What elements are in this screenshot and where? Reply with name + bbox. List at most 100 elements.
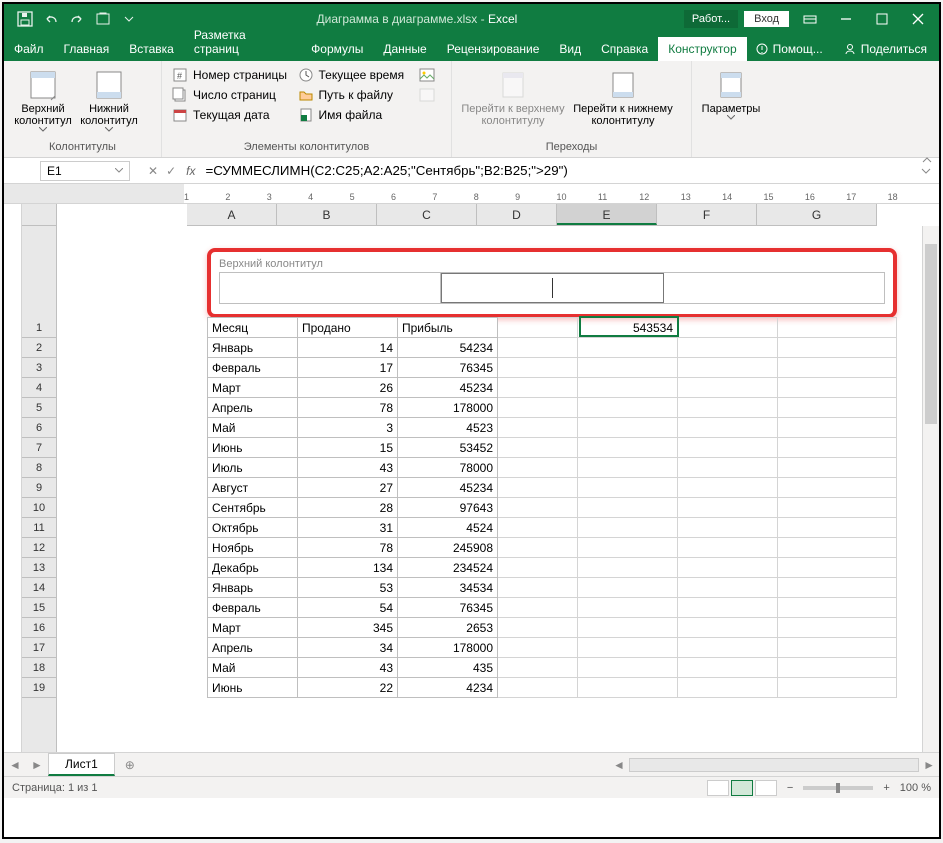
- row-header[interactable]: 8: [22, 458, 56, 478]
- header-center-box[interactable]: [441, 273, 663, 303]
- picture-icon[interactable]: [419, 67, 445, 83]
- qat-dropdown-icon[interactable]: [120, 10, 138, 28]
- table-row: Май43435: [208, 658, 897, 678]
- open-icon[interactable]: [94, 10, 112, 28]
- cancel-icon[interactable]: ✕: [144, 164, 162, 178]
- options-button[interactable]: Параметры: [698, 65, 764, 120]
- page-count-button[interactable]: Число страниц: [168, 85, 294, 105]
- sheet-tab[interactable]: Лист1: [48, 753, 115, 776]
- col-header-D[interactable]: D: [477, 204, 557, 225]
- row-header[interactable]: 7: [22, 438, 56, 458]
- tab-design[interactable]: Конструктор: [658, 37, 746, 61]
- file-path-button[interactable]: Путь к файлу: [294, 85, 420, 105]
- chevron-down-icon: [105, 127, 113, 132]
- row-header[interactable]: 16: [22, 618, 56, 638]
- row-header[interactable]: 15: [22, 598, 56, 618]
- fx-icon[interactable]: fx: [180, 164, 201, 178]
- close-icon[interactable]: [903, 4, 933, 34]
- name-box[interactable]: E1: [40, 161, 130, 181]
- row-header[interactable]: 1: [22, 318, 56, 338]
- row-header[interactable]: 9: [22, 478, 56, 498]
- table-row: Декабрь134234524: [208, 558, 897, 578]
- redo-icon[interactable]: [68, 10, 86, 28]
- row-header[interactable]: 11: [22, 518, 56, 538]
- ribbon-options-icon[interactable]: [795, 4, 825, 34]
- goto-footer-button[interactable]: Перейти к нижнему колонтитулу: [568, 65, 678, 127]
- row-header[interactable]: 18: [22, 658, 56, 678]
- row-header[interactable]: 17: [22, 638, 56, 658]
- mode-pill[interactable]: Работ...: [684, 10, 738, 28]
- enter-icon[interactable]: ✓: [162, 164, 180, 178]
- vertical-scrollbar[interactable]: [922, 226, 939, 752]
- status-bar: Страница: 1 из 1 − + 100 %: [4, 776, 939, 798]
- col-header-B[interactable]: B: [277, 204, 377, 225]
- cell-e1[interactable]: 543534: [578, 318, 678, 338]
- login-button[interactable]: Вход: [744, 11, 789, 27]
- data-table[interactable]: Месяц Продано Прибыль 543534 Январь14542…: [207, 317, 897, 698]
- current-time-button[interactable]: Текущее время: [294, 65, 420, 85]
- tab-home[interactable]: Главная: [54, 37, 120, 61]
- tell-me[interactable]: Помощ...: [747, 37, 831, 61]
- zoom-slider[interactable]: [803, 786, 873, 790]
- col-header-E[interactable]: E: [557, 204, 657, 225]
- zoom-out-icon[interactable]: −: [787, 782, 793, 794]
- minimize-icon[interactable]: [831, 4, 861, 34]
- page-number-button[interactable]: #Номер страницы: [168, 65, 294, 85]
- col-header-C[interactable]: C: [377, 204, 477, 225]
- table-row: Апрель34178000: [208, 638, 897, 658]
- tab-review[interactable]: Рецензирование: [437, 37, 550, 61]
- zoom-in-icon[interactable]: +: [883, 782, 889, 794]
- zoom-level[interactable]: 100 %: [900, 782, 931, 794]
- row-header[interactable]: 12: [22, 538, 56, 558]
- table-row: Август2745234: [208, 478, 897, 498]
- tab-file[interactable]: Файл: [4, 37, 54, 61]
- collapse-ribbon-icon[interactable]: [921, 154, 933, 166]
- undo-icon[interactable]: [42, 10, 60, 28]
- horizontal-scrollbar[interactable]: ◄►: [609, 758, 939, 772]
- page-layout-view-icon[interactable]: [731, 780, 753, 796]
- col-header-F[interactable]: F: [657, 204, 757, 225]
- save-icon[interactable]: [16, 10, 34, 28]
- header-button[interactable]: Верхний колонтитул: [10, 65, 76, 132]
- sheet-nav-next[interactable]: ►: [26, 758, 48, 772]
- tab-formulas[interactable]: Формулы: [301, 37, 373, 61]
- table-row: Сентябрь2897643: [208, 498, 897, 518]
- options-icon: [715, 69, 747, 101]
- row-header[interactable]: 5: [22, 398, 56, 418]
- tab-insert[interactable]: Вставка: [119, 37, 184, 61]
- header-left-box[interactable]: [220, 273, 441, 303]
- sheet-nav-prev[interactable]: ◄: [4, 758, 26, 772]
- new-sheet-button[interactable]: ⊕: [115, 758, 145, 772]
- tab-view[interactable]: Вид: [549, 37, 591, 61]
- formula-input[interactable]: [201, 161, 913, 180]
- file-name-button[interactable]: Имя файла: [294, 105, 420, 125]
- normal-view-icon[interactable]: [707, 780, 729, 796]
- footer-button[interactable]: Нижний колонтитул: [76, 65, 142, 132]
- expand-formula-icon[interactable]: [913, 166, 939, 176]
- tab-help[interactable]: Справка: [591, 37, 658, 61]
- page-status: Страница: 1 из 1: [12, 782, 98, 794]
- current-date-button[interactable]: Текущая дата: [168, 105, 294, 125]
- row-header[interactable]: 19: [22, 678, 56, 698]
- row-header[interactable]: 2: [22, 338, 56, 358]
- table-row: Июль4378000: [208, 458, 897, 478]
- header-boxes[interactable]: [219, 272, 885, 304]
- row-header[interactable]: 3: [22, 358, 56, 378]
- row-header[interactable]: 10: [22, 498, 56, 518]
- row-header[interactable]: 13: [22, 558, 56, 578]
- tab-pagelayout[interactable]: Разметка страниц: [184, 23, 301, 61]
- col-header-A[interactable]: A: [187, 204, 277, 225]
- spreadsheet-grid[interactable]: ABCDEFG Верхний колонтитул Месяц Продано…: [57, 204, 939, 752]
- header-right-box[interactable]: [664, 273, 884, 303]
- page-break-view-icon[interactable]: [755, 780, 777, 796]
- tab-data[interactable]: Данные: [373, 37, 436, 61]
- scrollbar-thumb[interactable]: [925, 244, 937, 424]
- sheet-tabs-bar: ◄ ► Лист1 ⊕ ◄►: [4, 752, 939, 776]
- row-header[interactable]: 14: [22, 578, 56, 598]
- header-label: Верхний колонтитул: [219, 258, 885, 270]
- row-header[interactable]: 6: [22, 418, 56, 438]
- share-button[interactable]: Поделиться: [831, 37, 939, 61]
- row-header[interactable]: 4: [22, 378, 56, 398]
- col-header-G[interactable]: G: [757, 204, 877, 225]
- maximize-icon[interactable]: [867, 4, 897, 34]
